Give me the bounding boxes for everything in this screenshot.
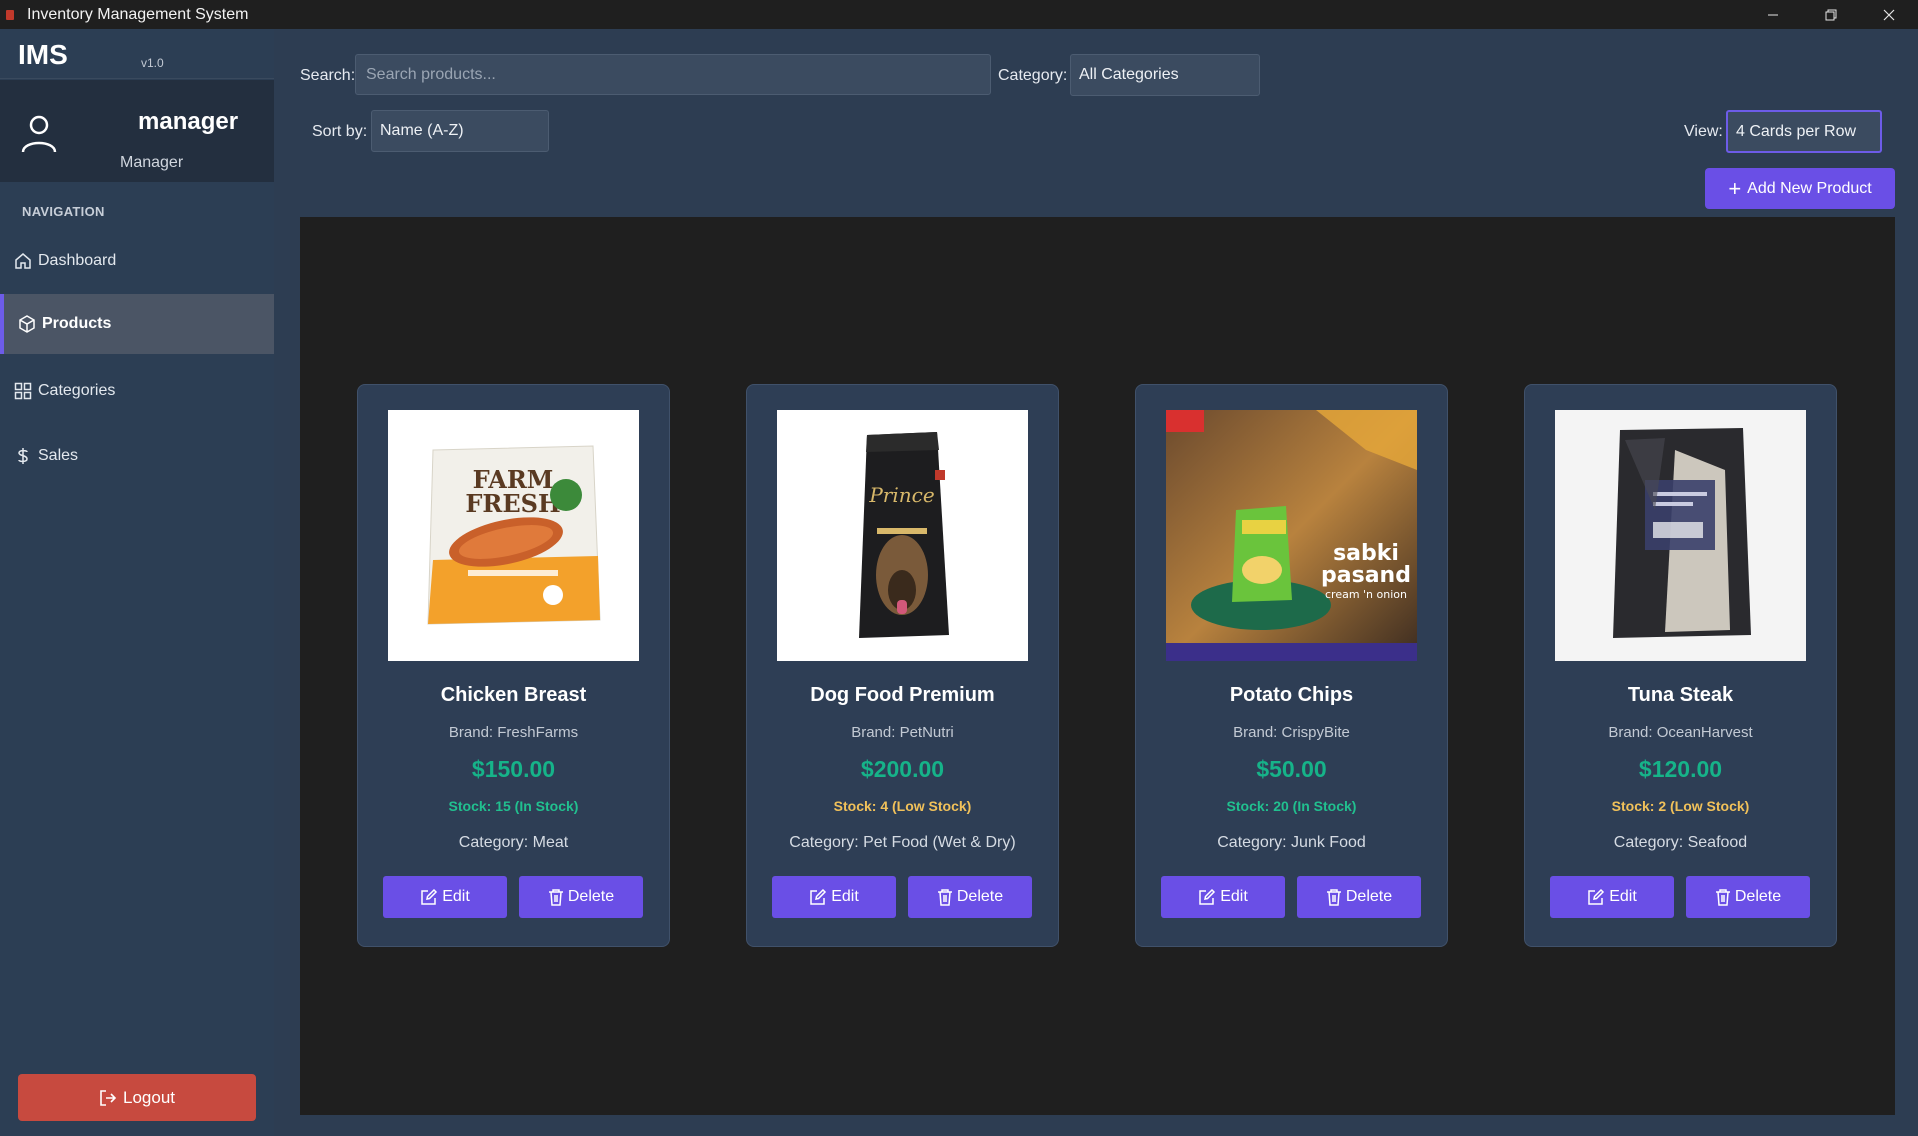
- product-name: Dog Food Premium: [810, 684, 995, 706]
- edit-button[interactable]: Edit: [1161, 876, 1285, 918]
- product-stock: Stock: 2 (Low Stock): [1611, 798, 1750, 814]
- dollar-icon: [14, 447, 32, 465]
- box-icon: [18, 315, 36, 333]
- sidebar-item-sales[interactable]: Sales: [0, 426, 274, 486]
- view-label: View:: [1684, 123, 1723, 140]
- edit-label: Edit: [442, 888, 470, 905]
- sidebar-item-products[interactable]: Products: [0, 294, 274, 354]
- user-avatar-icon: [21, 115, 57, 153]
- product-brand: Brand: PetNutri: [851, 724, 954, 741]
- window-controls: [1744, 0, 1918, 29]
- product-card: sabki pasand cream 'n onion Potato Chips…: [1135, 384, 1448, 947]
- sidebar-item-label: Categories: [38, 382, 116, 399]
- close-icon[interactable]: [1860, 0, 1918, 29]
- product-stock: Stock: 20 (In Stock): [1226, 798, 1357, 814]
- sidebar-item-label: Dashboard: [38, 252, 117, 269]
- product-brand: Brand: OceanHarvest: [1608, 724, 1753, 741]
- user-panel: manager Manager: [0, 80, 274, 182]
- delete-button[interactable]: Delete: [1686, 876, 1810, 918]
- product-image: [1555, 410, 1806, 661]
- home-icon: [14, 252, 32, 270]
- plus-icon: +: [1728, 175, 1742, 201]
- product-price: $200.00: [860, 756, 945, 782]
- product-name: Tuna Steak: [1627, 684, 1734, 706]
- nav-heading: NAVIGATION: [22, 204, 105, 219]
- edit-button[interactable]: Edit: [772, 876, 896, 918]
- brand: IMS v1.0: [0, 29, 274, 79]
- product-stock: Stock: 15 (In Stock): [448, 798, 579, 814]
- delete-button[interactable]: Delete: [519, 876, 643, 918]
- product-category: Category: Meat: [458, 834, 569, 851]
- restore-icon[interactable]: [1802, 0, 1860, 29]
- product-category: Category: Pet Food (Wet & Dry): [789, 834, 1016, 851]
- delete-label: Delete: [1734, 888, 1782, 905]
- edit-label: Edit: [831, 888, 859, 905]
- add-new-product-label: Add New Product: [1747, 179, 1872, 197]
- delete-button[interactable]: Delete: [1297, 876, 1421, 918]
- delete-label: Delete: [567, 888, 615, 905]
- sidebar: IMS v1.0 manager Manager NAVIGATION Dash…: [0, 29, 274, 1136]
- user-role: Manager: [120, 154, 184, 171]
- username: manager: [138, 108, 239, 135]
- svg-text:FRESH: FRESH: [465, 489, 560, 518]
- product-brand: Brand: CrispyBite: [1233, 724, 1350, 741]
- edit-icon: [1587, 888, 1605, 906]
- logout-icon: [99, 1089, 117, 1107]
- logout-label: Logout: [123, 1087, 175, 1107]
- product-image: FARM FRESH: [388, 410, 639, 661]
- sidebar-item-label: Products: [42, 315, 112, 332]
- title-bar: Inventory Management System: [0, 0, 1918, 29]
- search-label: Search:: [300, 67, 356, 84]
- svg-text:pasand: pasand: [1321, 563, 1411, 588]
- view-select[interactable]: 4 Cards per Row: [1726, 110, 1882, 153]
- app-icon: [6, 9, 14, 20]
- product-price: $50.00: [1256, 756, 1327, 782]
- product-price: $150.00: [471, 756, 556, 782]
- product-price: $120.00: [1638, 756, 1723, 782]
- sidebar-item-categories[interactable]: Categories: [0, 361, 274, 421]
- app-version: v1.0: [141, 56, 164, 70]
- product-image: Prince: [777, 410, 1028, 661]
- delete-button[interactable]: Delete: [908, 876, 1032, 918]
- delete-label: Delete: [956, 888, 1004, 905]
- edit-icon: [420, 888, 438, 906]
- trash-icon: [1715, 888, 1731, 906]
- app-logo: IMS: [18, 39, 68, 70]
- sort-select[interactable]: Name (A-Z): [371, 110, 549, 152]
- product-card: FARM FRESH Chicken Breast Brand: FreshFa…: [357, 384, 670, 947]
- search-input[interactable]: Search products...: [355, 54, 991, 95]
- product-grid: FARM FRESH Chicken Breast Brand: FreshFa…: [300, 217, 1895, 1115]
- edit-icon: [1198, 888, 1216, 906]
- product-category: Category: Junk Food: [1217, 834, 1366, 851]
- product-card: Tuna Steak Brand: OceanHarvest $120.00 S…: [1524, 384, 1837, 947]
- svg-text:Prince: Prince: [868, 483, 934, 507]
- edit-label: Edit: [1609, 888, 1637, 905]
- product-stock: Stock: 4 (Low Stock): [833, 798, 972, 814]
- product-brand: Brand: FreshFarms: [448, 724, 579, 741]
- trash-icon: [548, 888, 564, 906]
- edit-button[interactable]: Edit: [1550, 876, 1674, 918]
- delete-label: Delete: [1345, 888, 1393, 905]
- product-category: Category: Seafood: [1613, 834, 1748, 851]
- product-card: Prince Dog Food Premium Brand: PetNutri …: [746, 384, 1059, 947]
- sidebar-item-dashboard[interactable]: Dashboard: [0, 231, 274, 291]
- minimize-icon[interactable]: [1744, 0, 1802, 29]
- product-image: sabki pasand cream 'n onion: [1166, 410, 1417, 661]
- product-name: Chicken Breast: [440, 684, 587, 706]
- category-select[interactable]: All Categories: [1070, 54, 1260, 96]
- trash-icon: [1326, 888, 1342, 906]
- sidebar-item-label: Sales: [38, 447, 79, 464]
- category-label: Category:: [998, 67, 1068, 84]
- grid-icon: [14, 382, 32, 400]
- product-name: Potato Chips: [1229, 684, 1354, 706]
- add-new-product-button[interactable]: + Add New Product: [1705, 168, 1895, 209]
- svg-text:cream 'n onion: cream 'n onion: [1325, 588, 1407, 601]
- edit-icon: [809, 888, 827, 906]
- logout-button[interactable]: Logout: [18, 1074, 256, 1121]
- sort-label: Sort by:: [312, 123, 368, 140]
- window-title: Inventory Management System: [27, 5, 249, 23]
- edit-button[interactable]: Edit: [383, 876, 507, 918]
- trash-icon: [937, 888, 953, 906]
- edit-label: Edit: [1220, 888, 1248, 905]
